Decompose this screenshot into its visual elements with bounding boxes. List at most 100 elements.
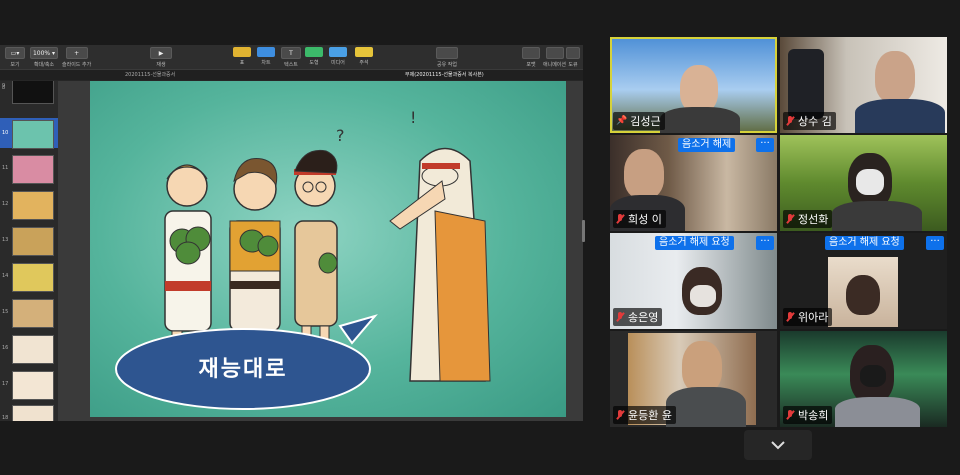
slide-thumb-row[interactable]: 13 xyxy=(0,225,58,256)
add-slide-tool[interactable]: + 슬라이드 추가 xyxy=(62,47,91,68)
slide-number: 18 xyxy=(2,415,9,421)
slide-canvas[interactable]: ? ! 재능대로 xyxy=(59,81,583,421)
participant-tile[interactable]: 박송희 xyxy=(780,331,947,427)
slide-number: 11 xyxy=(2,165,9,171)
participant-face xyxy=(624,149,664,199)
participant-tile[interactable]: 음소거 해제 ··· 희성 이 xyxy=(610,135,777,231)
play-tool[interactable]: ▶ 재생 xyxy=(150,47,172,68)
participant-tile[interactable]: 윤등환 윤 xyxy=(610,331,777,427)
zoom-select[interactable]: 100% ▾ xyxy=(30,47,58,59)
comment-tool[interactable]: 주석 xyxy=(355,47,373,66)
chart-icon[interactable] xyxy=(257,47,275,57)
format-icon[interactable] xyxy=(522,47,540,59)
zoom-label: 확대/축소 xyxy=(33,62,55,68)
participant-name: 위아라 xyxy=(798,311,829,324)
table-icon[interactable] xyxy=(233,47,251,57)
animate-label: 애니메이션 xyxy=(543,62,567,68)
slide-thumb-row[interactable]: 9 xyxy=(0,81,58,91)
slide-thumb-row[interactable]: 18 xyxy=(0,403,58,421)
media-tool[interactable]: 미디어 xyxy=(329,47,347,66)
more-options-button[interactable]: ··· xyxy=(756,138,774,152)
slide-thumb-row[interactable]: 15 xyxy=(0,297,58,328)
participant-name: 김성근 xyxy=(630,115,661,128)
collaborate-icon[interactable] xyxy=(436,47,458,59)
shape-icon[interactable] xyxy=(305,47,323,57)
zoom-tool[interactable]: 100% ▾ 확대/축소 xyxy=(30,47,58,68)
current-slide[interactable]: ? ! 재능대로 xyxy=(90,81,566,417)
view-button[interactable]: ▭▾ xyxy=(5,47,25,59)
slide-number: 9 xyxy=(2,83,6,89)
slide-thumb-row-selected[interactable]: 10 xyxy=(0,118,58,149)
participant-face xyxy=(680,65,718,113)
view-label: 보기 xyxy=(10,62,20,68)
chevron-down-icon xyxy=(771,441,785,450)
text-icon[interactable]: T xyxy=(281,47,301,59)
mic-off-icon xyxy=(786,312,795,322)
keynote-toolbar: ▭▾ 보기 100% ▾ 확대/축소 + 슬라이드 추가 ▶ 재생 표 차트 T 텍스트 … xyxy=(0,45,583,70)
participant-mask xyxy=(690,285,716,307)
add-slide-button[interactable]: + xyxy=(65,47,88,59)
splitter-handle[interactable] xyxy=(582,220,585,242)
servant-figure-3: ? xyxy=(294,126,345,367)
animate-tool[interactable]: 애니메이션 xyxy=(543,47,566,68)
slide-thumbnail[interactable] xyxy=(12,191,54,220)
participant-name: 정선화 xyxy=(798,213,829,226)
slide-thumbnail[interactable] xyxy=(12,227,54,256)
play-button[interactable]: ▶ xyxy=(150,47,172,59)
participant-face xyxy=(846,275,880,315)
document-tool[interactable]: 도큐 xyxy=(566,47,580,68)
unmute-request-badge[interactable]: 음소거 해제 요청 xyxy=(825,236,904,250)
slide-thumbnail[interactable] xyxy=(12,299,54,328)
slide-thumbnail[interactable] xyxy=(12,371,54,400)
chart-label: 차트 xyxy=(261,60,271,66)
participant-name: 희성 이 xyxy=(628,213,662,226)
comment-icon[interactable] xyxy=(355,47,373,57)
keynote-window: ▭▾ 보기 100% ▾ 확대/축소 + 슬라이드 추가 ▶ 재생 표 차트 T 텍스트 … xyxy=(0,45,583,421)
participant-tile[interactable]: 상수 김 xyxy=(780,37,947,133)
document-icon[interactable] xyxy=(566,47,580,59)
media-icon[interactable] xyxy=(329,47,347,57)
participant-nameplate: 박송희 xyxy=(783,406,833,424)
add-slide-label: 슬라이드 추가 xyxy=(62,62,92,68)
slide-thumb-row[interactable]: 16 xyxy=(0,333,58,364)
animate-icon[interactable] xyxy=(545,47,564,59)
slide-thumb-row[interactable]: 11 xyxy=(0,153,58,184)
unmute-request-badge[interactable]: 음소거 해제 요청 xyxy=(655,236,734,250)
shape-tool[interactable]: 도형 xyxy=(305,47,323,66)
participant-name: 박송희 xyxy=(798,409,829,422)
slide-thumbnail[interactable] xyxy=(12,263,54,292)
slide-thumbnail[interactable] xyxy=(12,155,54,184)
format-tool[interactable]: 포맷 xyxy=(522,47,540,68)
participant-nameplate: 위아라 xyxy=(783,308,833,326)
slide-thumb-row[interactable]: 12 xyxy=(0,189,58,220)
slide-thumbnail[interactable] xyxy=(12,405,54,421)
more-options-button[interactable]: ··· xyxy=(926,236,944,250)
svg-text:?: ? xyxy=(336,126,345,145)
document-tab-original[interactable]: 20201115-선물과증서 xyxy=(125,71,175,78)
chart-tool[interactable]: 차트 xyxy=(257,47,275,66)
collaborate-tool[interactable]: 공유 작업 xyxy=(436,47,458,68)
slide-number: 12 xyxy=(2,201,9,207)
document-tab-copy[interactable]: 무제(20201115-선물과증서 복사본) xyxy=(405,71,484,78)
participant-face xyxy=(875,51,915,103)
document-tabs: 20201115-선물과증서 무제(20201115-선물과증서 복사본) xyxy=(0,70,583,80)
participant-tile[interactable]: 음소거 해제 요청 ··· 송은영 xyxy=(610,233,777,329)
more-options-button[interactable]: ··· xyxy=(756,236,774,250)
slide-thumb-row[interactable]: 17 xyxy=(0,369,58,400)
view-tool[interactable]: ▭▾ 보기 xyxy=(5,47,25,68)
participant-tile[interactable]: 음소거 해제 요청 ··· 위아라 xyxy=(780,233,947,329)
gallery-collapse-button[interactable] xyxy=(744,430,812,460)
slide-number: 13 xyxy=(2,237,9,243)
participant-tile[interactable]: 정선화 xyxy=(780,135,947,231)
participant-tile[interactable]: 📌 김성근 xyxy=(610,37,777,133)
text-tool[interactable]: T 텍스트 xyxy=(281,47,301,68)
slide-thumbnail[interactable] xyxy=(12,335,54,364)
mic-off-icon xyxy=(786,214,795,224)
unmute-request-badge[interactable]: 음소거 해제 xyxy=(678,138,736,152)
slide-thumb-row[interactable]: 14 xyxy=(0,261,58,292)
participant-body xyxy=(666,387,746,427)
participant-body xyxy=(855,99,945,133)
table-tool[interactable]: 표 xyxy=(233,47,251,66)
zoom-gallery-view: 📌 김성근 상수 김 음소거 해제 ··· 희성 이 정선화 음소거 해제 요청 … xyxy=(607,35,947,430)
slide-thumbnail[interactable] xyxy=(12,120,54,149)
